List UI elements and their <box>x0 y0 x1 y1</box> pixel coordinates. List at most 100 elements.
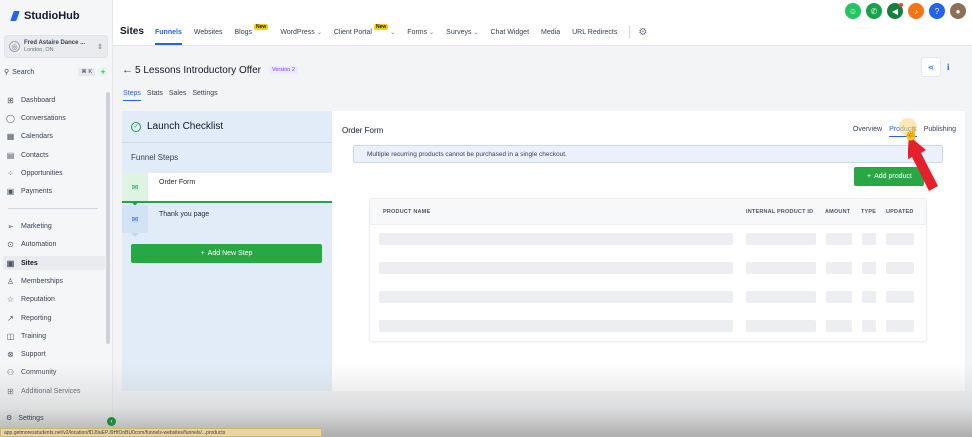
tab-label: Websites <box>193 28 223 36</box>
tab-label: Surveys <box>446 28 472 36</box>
annotation-arrow <box>908 136 938 191</box>
status-bar-url: app.getmoresstudents.net/v2/location/fDJ… <box>0 428 322 437</box>
account-switcher[interactable]: ◎ Fred Astaire Dance ... London, ON ⇕ <box>4 35 108 58</box>
tab-forms[interactable]: Forms ⌄ <box>407 29 434 36</box>
tab-chat-widget[interactable]: Chat Widget <box>491 29 530 36</box>
book-icon: ◫ <box>6 331 15 341</box>
add-product-label: Add product <box>874 173 912 180</box>
column-header[interactable]: AMOUNT <box>825 209 850 215</box>
sidebar-item-opportunities[interactable]: ⁘ Opportunities <box>6 166 106 180</box>
help-icon[interactable]: ? <box>929 3 945 19</box>
sidebar-item-calendars[interactable]: ▦ Calendars <box>6 129 106 143</box>
account-name: Fred Astaire Dance ... <box>24 39 86 46</box>
search-label: Search <box>12 68 35 76</box>
info-icon[interactable]: i <box>947 62 950 72</box>
sidebar-item-community[interactable]: ⚇ Community <box>6 365 106 379</box>
table-row <box>370 262 926 274</box>
phone-icon[interactable]: ✆ <box>866 3 882 19</box>
quick-add-button[interactable]: + <box>98 67 108 77</box>
sidebar-divider <box>8 208 98 209</box>
plus-icon: + <box>200 250 205 257</box>
sidebar-item-memberships[interactable]: ♙ Memberships <box>6 274 106 288</box>
tab-label: Client Portal <box>333 28 372 36</box>
new-badge: New <box>254 24 269 30</box>
calendar-icon: ▦ <box>6 131 15 141</box>
chevron-down-icon: ⌄ <box>316 29 322 36</box>
sidebar-item-marketing[interactable]: ➢ Marketing <box>6 219 106 233</box>
tab-publishing[interactable]: Publishing <box>924 126 956 133</box>
avatar[interactable]: ● <box>950 3 966 19</box>
tab-overview[interactable]: Overview <box>853 126 882 133</box>
plus-icon: + <box>867 173 872 180</box>
bell-icon[interactable]: ♪ <box>908 3 924 19</box>
sidebar-item-training[interactable]: ◫ Training <box>6 329 106 343</box>
tab-media[interactable]: Media <box>541 29 560 36</box>
star-icon: ☆ <box>6 294 15 304</box>
sidebar-item-label: Reporting <box>21 314 52 322</box>
version-badge: Version 2 <box>269 66 298 74</box>
launch-checklist[interactable]: ✓ Launch Checklist <box>122 111 332 143</box>
contacts-icon: ▤ <box>6 150 15 160</box>
tab-websites[interactable]: Websites <box>194 29 223 36</box>
tab-label: URL Redirects <box>572 28 618 36</box>
search-bar[interactable]: ⚲ Search ⌘ K + <box>4 66 108 78</box>
subtab-settings[interactable]: Settings <box>192 90 217 97</box>
subtab-stats[interactable]: Stats <box>147 90 163 97</box>
memberships-icon: ♙ <box>6 276 15 286</box>
column-header[interactable]: INTERNAL PRODUCT ID <box>746 209 813 215</box>
megaphone-icon[interactable]: ◀ <box>887 3 903 19</box>
tab-client-portal[interactable]: Client Portal New ⌄ <box>333 24 395 36</box>
sidebar-item-conversations[interactable]: ◯ Conversations <box>6 111 106 125</box>
section-title: Sites <box>120 26 144 37</box>
sidebar-item-label: Memberships <box>21 277 64 285</box>
sidebar-item-support[interactable]: ⊗ Support <box>6 347 106 361</box>
tab-wordpress[interactable]: WordPress ⌄ <box>280 29 322 36</box>
column-header[interactable]: UPDATED <box>886 209 914 215</box>
sidebar-item-dashboard[interactable]: ⊞ Dashboard <box>6 93 106 107</box>
funnel-step-thank-you[interactable]: ✉ Thank you page <box>122 205 332 237</box>
sidebar-item-automation[interactable]: ⊙ Automation <box>6 237 106 251</box>
sites-icon: ▣ <box>6 258 15 268</box>
back-arrow-icon[interactable]: ← <box>122 64 133 76</box>
tab-surveys[interactable]: Surveys ⌄ <box>446 29 478 36</box>
funnel-step-order-form[interactable]: ✉ Order Form <box>122 173 332 206</box>
step-label: Thank you page <box>159 211 210 218</box>
mail-icon: ✉ <box>122 205 148 237</box>
subtab-steps[interactable]: Steps <box>123 90 141 101</box>
gear-icon[interactable]: ⚙ <box>638 27 647 38</box>
column-header[interactable]: TYPE <box>861 209 876 215</box>
brand-logo[interactable]: StudioHub <box>10 10 80 22</box>
launch-checklist-title: Launch Checklist <box>147 121 224 132</box>
sidebar-item-payments[interactable]: ▣ Payments <box>6 184 106 198</box>
assistant-icon[interactable]: ☺ <box>845 3 861 19</box>
tab-blogs[interactable]: Blogs New <box>235 24 269 36</box>
sidebar-item-reporting[interactable]: ↗ Reporting <box>6 311 106 325</box>
sidebar-item-reputation[interactable]: ☆ Reputation <box>6 292 106 306</box>
products-table: PRODUCT NAME INTERNAL PRODUCT ID AMOUNT … <box>369 198 927 342</box>
column-header[interactable]: PRODUCT NAME <box>383 209 430 215</box>
sidebar: StudioHub ◎ Fred Astaire Dance ... Londo… <box>0 0 113 437</box>
opportunities-icon: ⁘ <box>7 168 14 178</box>
subtab-sales[interactable]: Sales <box>169 90 187 97</box>
sidebar-item-settings[interactable]: ⚙ Settings <box>6 414 44 423</box>
hand-cursor-icon: ☝ <box>903 126 920 141</box>
tab-label: WordPress <box>280 28 315 36</box>
add-new-step-button[interactable]: + Add New Step <box>131 244 322 263</box>
tab-funnels[interactable]: Funnels <box>155 28 182 45</box>
sidebar-item-label: Contacts <box>21 151 49 159</box>
tab-label: Funnels <box>155 28 182 36</box>
sidebar-item-sites[interactable]: ▣ Sites <box>3 256 105 270</box>
sidebar-scrollbar[interactable] <box>106 92 110 344</box>
funnel-steps-title: Funnel Steps <box>131 153 179 162</box>
sidebar-item-label: Payments <box>21 187 53 195</box>
support-icon: ⊗ <box>7 349 14 359</box>
sidebar-item-contacts[interactable]: ▤ Contacts <box>6 148 106 162</box>
tab-label: Media <box>541 28 561 36</box>
table-row <box>370 320 926 332</box>
info-alert: Multiple recurring products cannot be pu… <box>353 145 943 163</box>
tab-url-redirects[interactable]: URL Redirects <box>572 29 617 36</box>
sidebar-item-additional-services[interactable]: ⊞ Additional Services <box>6 384 106 398</box>
table-row <box>370 291 926 303</box>
share-button[interactable]: ⋖ <box>921 57 941 77</box>
sidebar-collapse-button[interactable]: ‹ <box>107 417 116 426</box>
